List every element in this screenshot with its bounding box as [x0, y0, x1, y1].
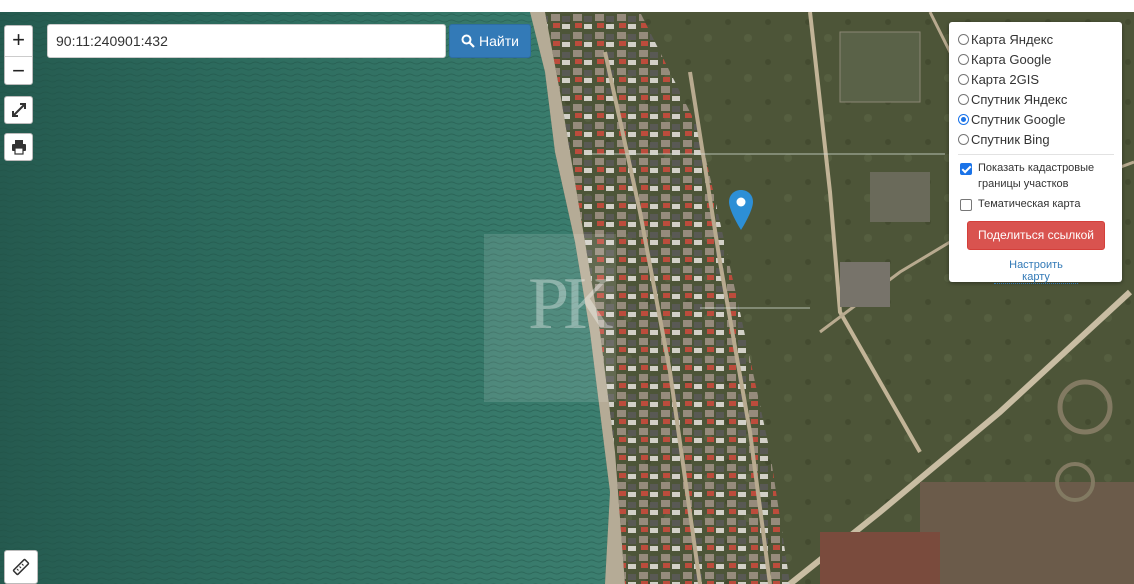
- layer-option-yandex-map[interactable]: Карта Яндекс: [958, 29, 1114, 49]
- zoom-control: + −: [4, 25, 33, 85]
- printer-icon: [11, 140, 26, 155]
- radio-button[interactable]: [958, 73, 969, 85]
- cadastral-search-input[interactable]: [47, 24, 446, 58]
- print-button[interactable]: [4, 133, 33, 161]
- layer-option-2gis-map[interactable]: Карта 2GIS: [958, 69, 1114, 89]
- measure-button[interactable]: [4, 550, 38, 584]
- share-link-button[interactable]: Поделиться ссылкой: [967, 221, 1105, 250]
- find-button-label: Найти: [479, 33, 519, 49]
- find-button[interactable]: Найти: [449, 24, 531, 58]
- layer-option-label: Спутник Google: [971, 111, 1066, 127]
- search-icon: [461, 34, 475, 48]
- checkbox-label: Тематическая карта: [978, 198, 1081, 210]
- divider: [958, 154, 1114, 155]
- radio-button[interactable]: [958, 33, 969, 45]
- radio-button-selected[interactable]: [958, 113, 969, 125]
- zoom-out-button[interactable]: −: [5, 57, 32, 87]
- checkbox[interactable]: [960, 199, 972, 211]
- expand-icon: [11, 103, 26, 117]
- ruler-icon: [12, 558, 30, 576]
- layer-option-label: Спутник Bing: [971, 131, 1050, 147]
- checkbox-label: Показать кадастровые границы участков: [978, 162, 1095, 190]
- fullscreen-button[interactable]: [4, 96, 33, 124]
- layer-option-google-map[interactable]: Карта Google: [958, 49, 1114, 69]
- thematic-map-toggle[interactable]: Тематическая карта: [958, 196, 1114, 212]
- layers-panel: Карта Яндекс Карта Google Карта 2GIS Спу…: [949, 22, 1122, 284]
- layer-option-google-satellite[interactable]: Спутник Google: [958, 109, 1114, 129]
- layer-option-yandex-satellite[interactable]: Спутник Яндекс: [958, 89, 1114, 109]
- radio-button[interactable]: [958, 53, 969, 65]
- watermark: РК: [528, 263, 612, 345]
- layer-option-label: Карта Google: [971, 51, 1052, 67]
- cadastral-boundaries-toggle[interactable]: Показать кадастровые границы участков: [958, 160, 1114, 192]
- layer-option-label: Спутник Яндекс: [971, 91, 1068, 107]
- map-pin-icon[interactable]: [729, 190, 753, 230]
- radio-button[interactable]: [958, 93, 969, 105]
- layer-option-label: Карта Яндекс: [971, 31, 1054, 47]
- configure-map-link[interactable]: Настроить карту: [994, 259, 1078, 284]
- checkbox-checked[interactable]: [960, 163, 972, 175]
- radio-button[interactable]: [958, 133, 969, 145]
- layer-option-label: Карта 2GIS: [971, 71, 1040, 87]
- zoom-in-button[interactable]: +: [5, 26, 32, 57]
- layer-option-bing-satellite[interactable]: Спутник Bing: [958, 129, 1114, 149]
